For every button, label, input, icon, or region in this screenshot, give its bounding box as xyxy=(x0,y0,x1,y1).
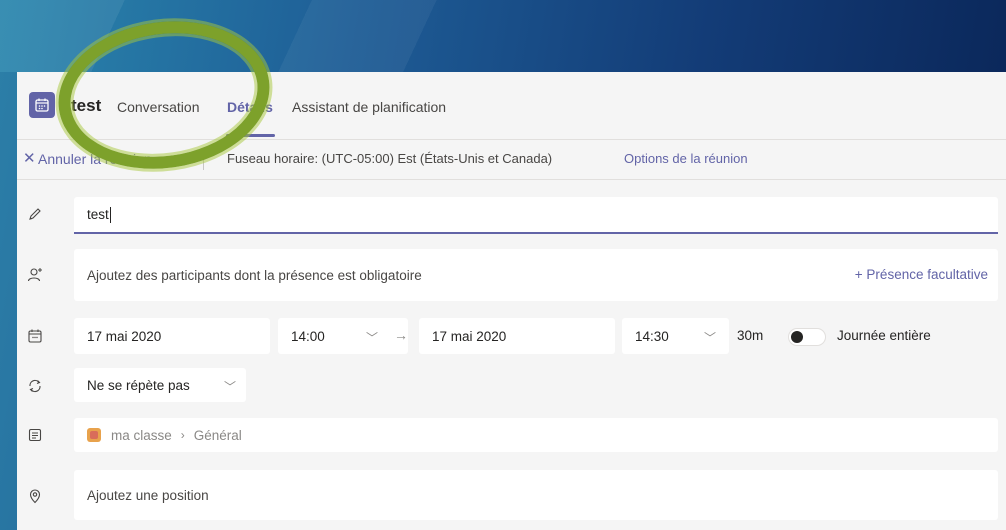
team-badge-icon xyxy=(87,428,101,442)
timezone-label[interactable]: Fuseau horaire: (UTC-05:00) Est (États-U… xyxy=(227,151,552,166)
participants-input[interactable]: Ajoutez des participants dont la présenc… xyxy=(74,249,998,301)
toolbar-divider xyxy=(203,148,204,170)
optional-presence-link[interactable]: + Présence facultative xyxy=(855,267,988,282)
meeting-options-link[interactable]: Options de la réunion xyxy=(624,151,748,166)
participants-placeholder: Ajoutez des participants dont la présenc… xyxy=(87,267,422,283)
location-pin-icon xyxy=(25,486,45,506)
tab-scheduling-assistant[interactable]: Assistant de planification xyxy=(292,99,446,115)
start-time-dropdown[interactable]: 14:00 ﹀ xyxy=(278,318,408,354)
calendar-icon xyxy=(25,326,45,346)
title-input-value: test xyxy=(87,207,109,222)
repeat-dropdown[interactable]: Ne se répète pas ﹀ xyxy=(74,368,246,402)
add-person-icon xyxy=(25,265,45,285)
all-day-label: Journée entière xyxy=(837,328,931,343)
tab-conversation[interactable]: Conversation xyxy=(117,99,200,115)
close-icon[interactable]: ✕ xyxy=(23,149,36,167)
desktop-background xyxy=(0,0,1006,72)
pencil-icon xyxy=(25,204,45,224)
start-date-value: 17 mai 2020 xyxy=(87,328,162,344)
team-name: ma classe xyxy=(111,427,172,443)
tab-details[interactable]: Détails xyxy=(227,99,273,115)
chevron-down-icon: ﹀ xyxy=(704,331,717,345)
meeting-window: test Conversation Détails Assistant de p… xyxy=(17,72,1006,530)
end-date-value: 17 mai 2020 xyxy=(432,328,507,344)
calendar-app-icon xyxy=(29,92,55,118)
location-placeholder: Ajoutez une position xyxy=(87,487,209,503)
text-cursor xyxy=(109,206,111,223)
location-input[interactable]: Ajoutez une position xyxy=(74,470,998,520)
end-date-picker[interactable]: 17 mai 2020 xyxy=(419,318,615,354)
start-date-picker[interactable]: 17 mai 2020 xyxy=(74,318,270,354)
toggle-knob xyxy=(791,331,803,343)
channel-input[interactable]: ma classe › Général xyxy=(74,418,998,452)
meeting-toolbar: ✕ Annuler la réunion Fuseau horaire: (UT… xyxy=(17,140,1006,180)
repeat-value: Ne se répète pas xyxy=(87,377,190,393)
arrow-right-icon: → xyxy=(394,327,408,343)
channel-icon xyxy=(25,425,45,445)
meeting-title: test xyxy=(71,96,102,115)
end-time-dropdown[interactable]: 14:30 ﹀ xyxy=(622,318,729,354)
channel-name: Général xyxy=(193,427,242,443)
meeting-header: test Conversation Détails Assistant de p… xyxy=(17,72,1006,140)
end-time-value: 14:30 xyxy=(635,328,669,344)
duration-label: 30m xyxy=(737,328,764,343)
start-time-value: 14:00 xyxy=(291,328,325,344)
repeat-icon xyxy=(25,376,45,396)
chevron-right-icon: › xyxy=(180,428,185,442)
cancel-meeting-button[interactable]: Annuler la réunion xyxy=(38,151,152,167)
chevron-down-icon: ﹀ xyxy=(366,331,379,345)
title-input[interactable]: test xyxy=(74,197,998,234)
active-tab-indicator xyxy=(226,134,275,137)
chevron-down-icon: ﹀ xyxy=(224,380,237,394)
all-day-toggle[interactable] xyxy=(788,328,826,346)
